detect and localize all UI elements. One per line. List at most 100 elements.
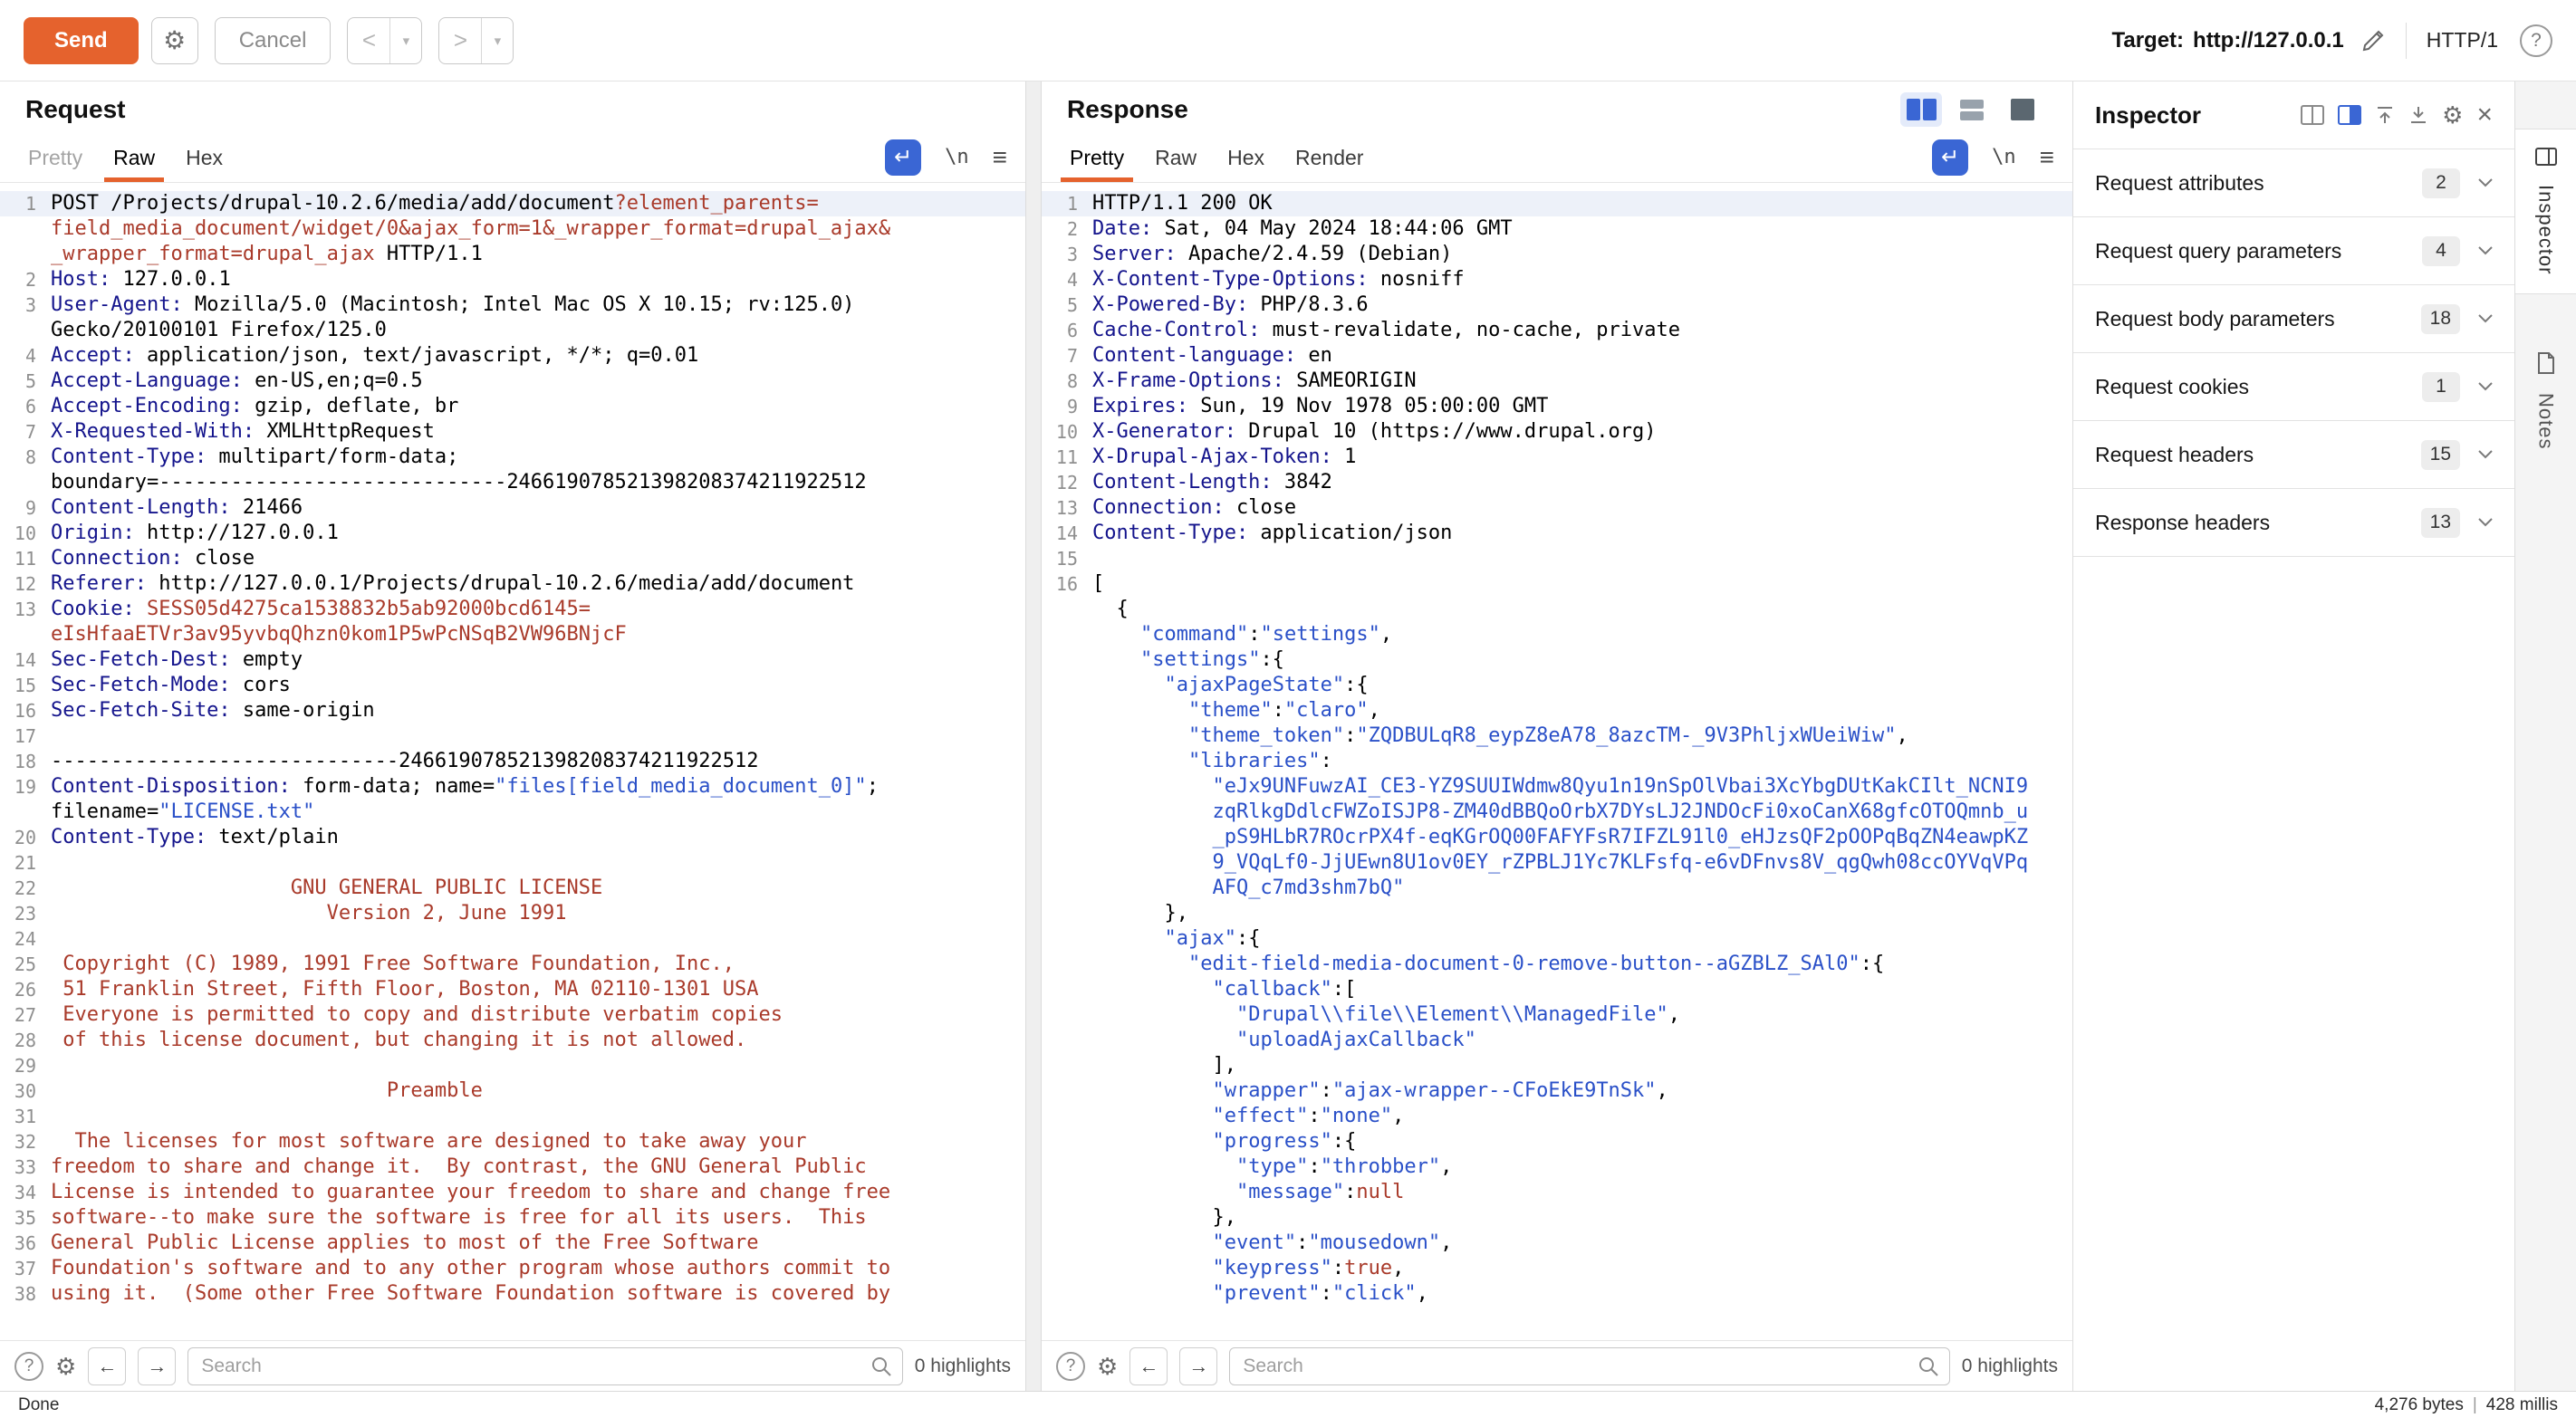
code-line: { (1042, 597, 2072, 622)
inspector-layout-filled-icon[interactable] (2338, 105, 2361, 125)
response-tab-hex[interactable]: Hex (1212, 146, 1280, 182)
word-wrap-toggle[interactable]: ↵ (1932, 139, 1968, 176)
search-help-icon[interactable]: ? (14, 1352, 43, 1381)
expand-all-icon[interactable] (2408, 105, 2428, 125)
line-number: 7 (0, 419, 51, 445)
code-line: "type":"throbber", (1042, 1155, 2072, 1180)
history-back-split-button[interactable]: < ▾ (347, 17, 422, 64)
side-tab-strip: Inspector Notes (2514, 81, 2576, 1391)
next-match-button[interactable]: → (138, 1347, 176, 1385)
request-panel: Request PrettyRawHex ↵ \n ≡ 1POST /Proje… (0, 81, 1025, 1391)
line-number: 13 (0, 597, 51, 622)
code-text: "prevent":"click", (1092, 1281, 2072, 1307)
code-text: User-Agent: Mozilla/5.0 (Macintosh; Inte… (51, 292, 1025, 318)
code-line: "eJx9UNFuwzAI_CE3-YZ9SUUIWdmw8Qyu1n19nSp… (1042, 774, 2072, 800)
code-text: HTTP/1.1 200 OK (1092, 191, 2072, 216)
code-line: 15Sec-Fetch-Mode: cors (0, 673, 1025, 698)
line-number: 3 (0, 292, 51, 318)
line-number: 2 (1042, 216, 1092, 242)
line-number (1042, 926, 1092, 952)
response-tab-render[interactable]: Render (1280, 146, 1379, 182)
layout-single-button[interactable] (2002, 92, 2043, 127)
response-tab-pretty[interactable]: Pretty (1054, 146, 1139, 182)
back-arrow-icon[interactable]: < (348, 18, 389, 63)
line-number: 15 (1042, 546, 1092, 571)
code-line: 31 (0, 1104, 1025, 1129)
response-size: 4,276 bytes (2375, 1395, 2464, 1415)
code-text: Server: Apache/2.4.59 (Debian) (1092, 242, 2072, 267)
code-line: "theme":"claro", (1042, 698, 2072, 723)
code-line: 7X-Requested-With: XMLHttpRequest (0, 419, 1025, 445)
edit-target-pencil-icon[interactable] (2360, 28, 2386, 53)
code-text: Accept: application/json, text/javascrip… (51, 343, 1025, 369)
next-match-button[interactable]: → (1179, 1347, 1217, 1385)
forward-dropdown-caret-icon[interactable]: ▾ (482, 18, 513, 63)
response-tab-raw[interactable]: Raw (1139, 146, 1212, 182)
line-number: 16 (1042, 571, 1092, 597)
line-number (1042, 1028, 1092, 1053)
code-text: _pS9HLbR7ROcrPX4f-eqKGrOQ00FAFYFsR7IFZL9… (1092, 825, 2072, 850)
help-icon[interactable]: ? (2520, 24, 2552, 57)
inspector-section-request-body-parameters[interactable]: Request body parameters18 (2073, 284, 2514, 352)
code-text: GNU GENERAL PUBLIC LICENSE (51, 876, 1025, 901)
request-search-input[interactable] (187, 1347, 902, 1385)
show-newlines-toggle[interactable]: \n (1992, 146, 2016, 168)
code-line: "settings":{ (1042, 647, 2072, 673)
back-dropdown-caret-icon[interactable]: ▾ (390, 18, 421, 63)
inspector-layout-outline-icon[interactable] (2301, 105, 2324, 125)
line-number: 35 (0, 1205, 51, 1231)
strip-tab-inspector[interactable]: Inspector (2515, 129, 2576, 294)
line-number: 18 (0, 749, 51, 774)
line-number: 15 (0, 673, 51, 698)
forward-arrow-icon[interactable]: > (439, 18, 481, 63)
line-number: 21 (0, 850, 51, 876)
http-version-selector[interactable]: HTTP/1 (2427, 28, 2498, 53)
editor-menu-icon[interactable]: ≡ (2040, 143, 2054, 172)
cancel-button[interactable]: Cancel (215, 17, 332, 64)
inspector-section-request-headers[interactable]: Request headers15 (2073, 420, 2514, 488)
line-number (1042, 1231, 1092, 1256)
code-text: "theme_token":"ZQDBULqR8_eypZ8eA78_8azcT… (1092, 723, 2072, 749)
request-title: Request (25, 95, 125, 124)
prev-match-button[interactable]: ← (1129, 1347, 1168, 1385)
code-line: 2Date: Sat, 04 May 2024 18:44:06 GMT (1042, 216, 2072, 242)
layout-columns-button[interactable] (1900, 92, 1942, 127)
code-text: Sec-Fetch-Mode: cors (51, 673, 1025, 698)
word-wrap-toggle[interactable]: ↵ (885, 139, 921, 176)
response-editor[interactable]: 1HTTP/1.1 200 OK2Date: Sat, 04 May 2024 … (1042, 184, 2072, 1340)
columns-layout-icon (1907, 99, 1920, 120)
code-line: Gecko/20100101 Firefox/125.0 (0, 318, 1025, 343)
history-forward-split-button[interactable]: > ▾ (438, 17, 514, 64)
collapse-all-icon[interactable] (2375, 105, 2395, 125)
request-editor[interactable]: 1POST /Projects/drupal-10.2.6/media/add/… (0, 184, 1025, 1340)
strip-tab-notes[interactable]: Notes (2515, 334, 2576, 467)
request-tab-raw[interactable]: Raw (98, 146, 170, 182)
code-line: 4X-Content-Type-Options: nosniff (1042, 267, 2072, 292)
code-line: 8Content-Type: multipart/form-data; (0, 445, 1025, 470)
code-text (51, 850, 1025, 876)
inspector-section-request-attributes[interactable]: Request attributes2 (2073, 149, 2514, 216)
inspector-settings-icon[interactable]: ⚙ (2442, 103, 2463, 127)
line-number (1042, 723, 1092, 749)
code-line: 13Cookie: SESS05d4275ca1538832b5ab92000b… (0, 597, 1025, 622)
layout-rows-button[interactable] (1951, 92, 1993, 127)
show-newlines-toggle[interactable]: \n (945, 146, 969, 168)
inspector-section-response-headers[interactable]: Response headers13 (2073, 488, 2514, 556)
request-settings-button[interactable]: ⚙ (151, 17, 198, 64)
inspector-section-request-query-parameters[interactable]: Request query parameters4 (2073, 216, 2514, 284)
burp-repeater-window: Send ⚙ Cancel < ▾ > ▾ Target: http://127… (0, 0, 2576, 1418)
code-text: Content-Disposition: form-data; name="fi… (51, 774, 1025, 800)
panel-splitter[interactable] (1025, 81, 1042, 1391)
search-help-icon[interactable]: ? (1056, 1352, 1085, 1381)
prev-match-button[interactable]: ← (88, 1347, 126, 1385)
send-button[interactable]: Send (24, 17, 139, 64)
code-line: "Drupal\\file\\Element\\ManagedFile", (1042, 1002, 2072, 1028)
code-text: zqRlkgDdlcFWZoISJP8-ZM40dBBQoOrbX7DYsLJ2… (1092, 800, 2072, 825)
request-tab-hex[interactable]: Hex (170, 146, 238, 182)
search-settings-icon[interactable]: ⚙ (1097, 1355, 1118, 1378)
close-icon[interactable]: × (2476, 101, 2493, 129)
editor-menu-icon[interactable]: ≡ (993, 143, 1007, 172)
inspector-section-request-cookies[interactable]: Request cookies1 (2073, 352, 2514, 420)
response-search-input[interactable] (1229, 1347, 1949, 1385)
search-settings-icon[interactable]: ⚙ (55, 1355, 76, 1378)
